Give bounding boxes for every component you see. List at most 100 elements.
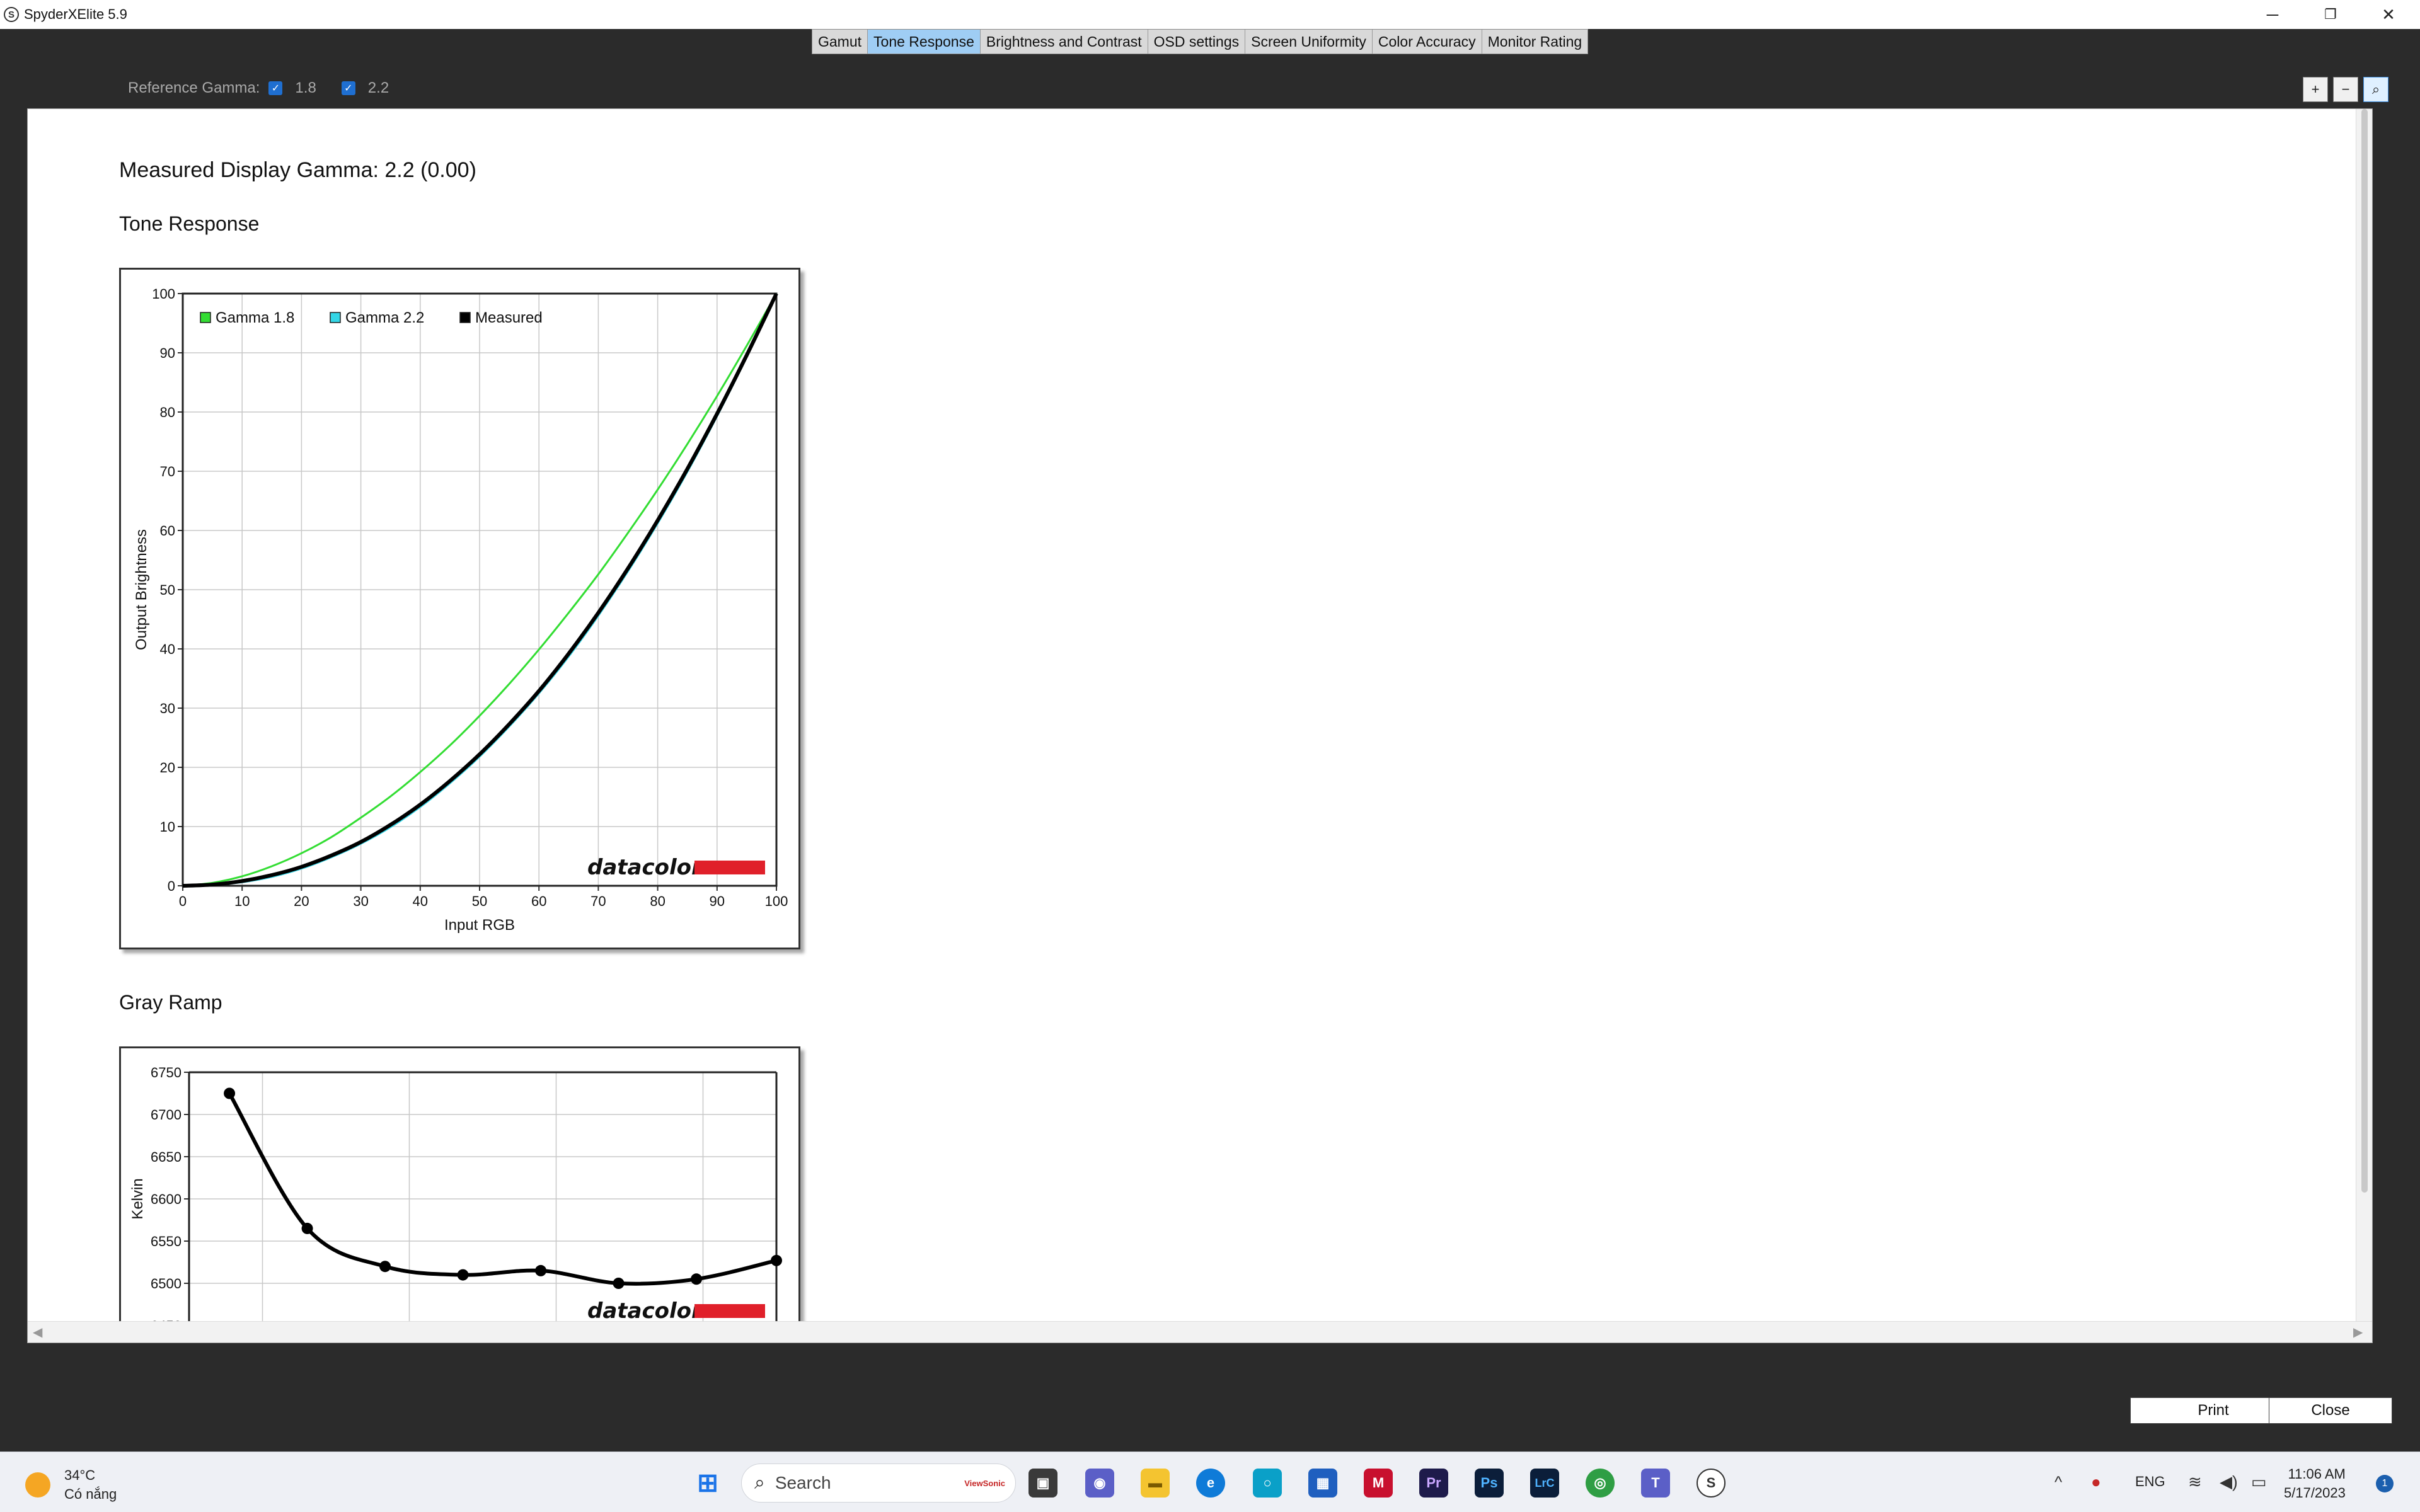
tab-screen-uniformity[interactable]: Screen Uniformity: [1245, 30, 1373, 54]
legend-swatch: [459, 312, 471, 323]
windows-start-icon[interactable]: ⊞: [693, 1469, 722, 1498]
x-tick-label: 30: [353, 893, 368, 909]
zoom-fit-icon[interactable]: ⌕: [2363, 77, 2388, 102]
weather-widget[interactable]: 34°C Có nắng: [25, 1466, 117, 1504]
folder-icon[interactable]: ▬: [1141, 1469, 1170, 1498]
kelvin-data-point: [535, 1264, 547, 1276]
legend-label: Gamma 2.2: [345, 309, 424, 326]
weather-description: Có nắng: [64, 1486, 117, 1502]
close-button[interactable]: Close: [2269, 1397, 2392, 1424]
gray-ramp-chart: 6450650065506600665067006750Kelvindataco…: [129, 1065, 782, 1343]
store-icon[interactable]: ▦: [1308, 1469, 1337, 1498]
gamma-1-8-checkbox[interactable]: ✓: [268, 81, 283, 95]
gray-ramp-title: Gray Ramp: [119, 991, 222, 1014]
sun-icon: [25, 1472, 50, 1498]
datacolor-logo-text: datacolor: [587, 1298, 703, 1324]
x-tick-label: 10: [234, 893, 250, 909]
kelvin-data-point: [691, 1273, 703, 1285]
kelvin-data-point: [224, 1087, 236, 1099]
search-input[interactable]: Search: [775, 1473, 831, 1493]
mcafee-tray-icon[interactable]: ●: [2091, 1472, 2101, 1492]
lightroom-icon[interactable]: LrC: [1530, 1469, 1559, 1498]
file-explorer-dark-icon[interactable]: ▣: [1028, 1469, 1057, 1498]
edge-icon[interactable]: e: [1196, 1469, 1225, 1498]
tone-response-chart: 0 10 20 30 40 50 60 70 80 90 100 0 10 20 30 40 50 60 70 80 9…: [133, 286, 788, 934]
y-tick-label: 100: [152, 286, 175, 302]
scroll-left-icon[interactable]: ◀: [33, 1324, 42, 1340]
x-axis-label: Input RGB: [444, 917, 515, 934]
photoshop-icon[interactable]: Ps: [1475, 1469, 1504, 1498]
gray-ramp-chart-frame: 6450650065506600665067006750Kelvindataco…: [119, 1046, 800, 1343]
kelvin-data-point: [457, 1269, 469, 1281]
tab-color-accuracy[interactable]: Color Accuracy: [1373, 30, 1482, 54]
legend-swatch: [200, 312, 211, 323]
volume-icon[interactable]: ◀): [2220, 1472, 2238, 1492]
restore-button[interactable]: ❐: [2302, 0, 2360, 29]
vertical-scroll-thumb[interactable]: [2361, 109, 2368, 1193]
kelvin-data-point: [301, 1222, 313, 1234]
clock[interactable]: 11:06 AM 5/17/2023: [2284, 1465, 2346, 1503]
close-window-button[interactable]: ✕: [2360, 0, 2417, 29]
y-tick-label: 40: [160, 641, 175, 657]
y-tick-label: 50: [160, 582, 175, 598]
teams-icon[interactable]: T: [1641, 1469, 1670, 1498]
minimize-button[interactable]: ─: [2244, 0, 2302, 29]
reference-gamma-label: Reference Gamma:: [128, 79, 260, 96]
x-tick-label: 0: [179, 893, 187, 909]
tab-gamut[interactable]: Gamut: [812, 30, 868, 54]
zoom-in-icon[interactable]: +: [2303, 77, 2328, 102]
chevron-up-icon[interactable]: ^: [2054, 1472, 2062, 1492]
gamma-2-2-checkbox[interactable]: ✓: [341, 81, 355, 95]
datacolor-logo-text: datacolor: [587, 855, 703, 880]
tone-response-title: Tone Response: [119, 212, 260, 235]
search-icon: ⌕: [754, 1472, 765, 1493]
tab-bar: Gamut Tone Response Brightness and Contr…: [812, 29, 1589, 54]
y-tick-label: 6700: [151, 1107, 182, 1123]
battery-icon[interactable]: ▭: [2251, 1472, 2267, 1492]
kelvin-data-point: [379, 1261, 391, 1273]
wifi-icon[interactable]: ≋: [2188, 1472, 2202, 1492]
x-tick-label: 50: [472, 893, 487, 909]
y-axis-label: Output Brightness: [133, 529, 150, 650]
measured-gamma-text: Measured Display Gamma: 2.2 (0.00): [119, 158, 476, 182]
window-title: SpyderXElite 5.9: [24, 6, 127, 22]
zoom-toolbar: + − ⌕: [2303, 77, 2388, 102]
y-tick-label: 0: [168, 878, 175, 894]
tab-brightness-contrast[interactable]: Brightness and Contrast: [981, 30, 1148, 54]
x-tick-label: 90: [710, 893, 725, 909]
legend-label: Gamma 1.8: [216, 309, 294, 326]
spyder-icon[interactable]: S: [1697, 1469, 1726, 1498]
y-tick-label: 70: [160, 464, 175, 479]
chrome-icon[interactable]: ◎: [1586, 1469, 1615, 1498]
datacolor-logo-bar: [694, 1304, 765, 1318]
kelvin-data-point: [771, 1254, 782, 1266]
horizontal-scrollbar[interactable]: ◀ ▶: [28, 1321, 2372, 1343]
x-tick-label: 70: [591, 893, 606, 909]
premiere-icon[interactable]: Pr: [1419, 1469, 1448, 1498]
app-logo-icon: S: [4, 7, 19, 22]
x-tick-label: 100: [765, 893, 788, 909]
y-tick-label: 6550: [151, 1234, 182, 1249]
cortana-icon[interactable]: ○: [1253, 1469, 1282, 1498]
zoom-out-icon[interactable]: −: [2333, 77, 2358, 102]
y-tick-label: 6650: [151, 1149, 182, 1165]
vertical-scrollbar[interactable]: [2356, 109, 2372, 1322]
mcafee-icon[interactable]: M: [1364, 1469, 1393, 1498]
y-tick-label: 20: [160, 760, 175, 776]
gamma-2-2-label: 2.2: [367, 79, 389, 96]
datacolor-logo-bar: [694, 861, 765, 874]
taskbar-search[interactable]: ⌕ Search ViewSonic: [741, 1463, 1016, 1503]
scroll-right-icon[interactable]: ▶: [2353, 1324, 2363, 1340]
title-bar: S SpyderXElite 5.9 ─ ❐ ✕: [0, 0, 2420, 29]
clock-date: 5/17/2023: [2284, 1485, 2346, 1501]
notification-badge[interactable]: 1: [2376, 1475, 2394, 1492]
language-indicator[interactable]: ENG: [2135, 1474, 2165, 1490]
y-tick-label: 10: [160, 819, 175, 835]
teams-chat-icon[interactable]: ◉: [1085, 1469, 1114, 1498]
y-tick-label: 60: [160, 523, 175, 539]
tab-monitor-rating[interactable]: Monitor Rating: [1482, 30, 1588, 54]
y-axis-label: Kelvin: [129, 1178, 146, 1219]
legend-label: Measured: [475, 309, 543, 326]
tab-tone-response[interactable]: Tone Response: [868, 30, 981, 54]
tab-osd-settings[interactable]: OSD settings: [1148, 30, 1246, 54]
